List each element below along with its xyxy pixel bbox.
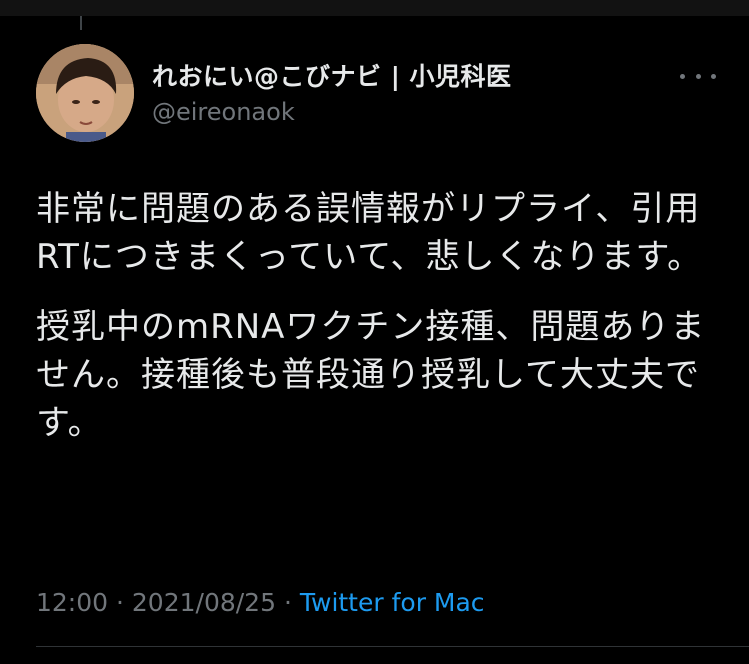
top-bar [0, 0, 749, 16]
tweet-date[interactable]: 2021/08/25 [132, 588, 276, 617]
tweet-time[interactable]: 12:00 [36, 588, 108, 617]
tweet-meta: 12:00 · 2021/08/25 · Twitter for Mac [36, 588, 485, 617]
meta-separator: · [283, 588, 292, 617]
thread-connector-line [80, 16, 82, 30]
avatar[interactable] [36, 44, 134, 142]
tweet-paragraph: 授乳中のmRNAワクチン接種、問題ありません。接種後も普段通り授乳して大丈夫です… [36, 307, 706, 443]
divider [36, 646, 749, 647]
meta-separator: · [116, 588, 124, 617]
tweet-source-link[interactable]: Twitter for Mac [300, 588, 485, 617]
more-horizontal-icon-dot [711, 73, 716, 79]
author-handle[interactable]: @eireonaok [152, 98, 295, 126]
tweet-body: 非常に問題のある誤情報がリプライ、引用RTにつきまくっていて、悲しくなります。 … [36, 185, 712, 469]
author-display-name[interactable]: れおにい@こびナビ | 小児科医 [152, 57, 512, 93]
more-horizontal-icon-dot [695, 73, 701, 79]
more-options-button[interactable] [680, 68, 716, 84]
tweet-paragraph: 非常に問題のある誤情報がリプライ、引用RTにつきまくっていて、悲しくなります。 [36, 189, 703, 277]
more-horizontal-icon [680, 73, 685, 79]
